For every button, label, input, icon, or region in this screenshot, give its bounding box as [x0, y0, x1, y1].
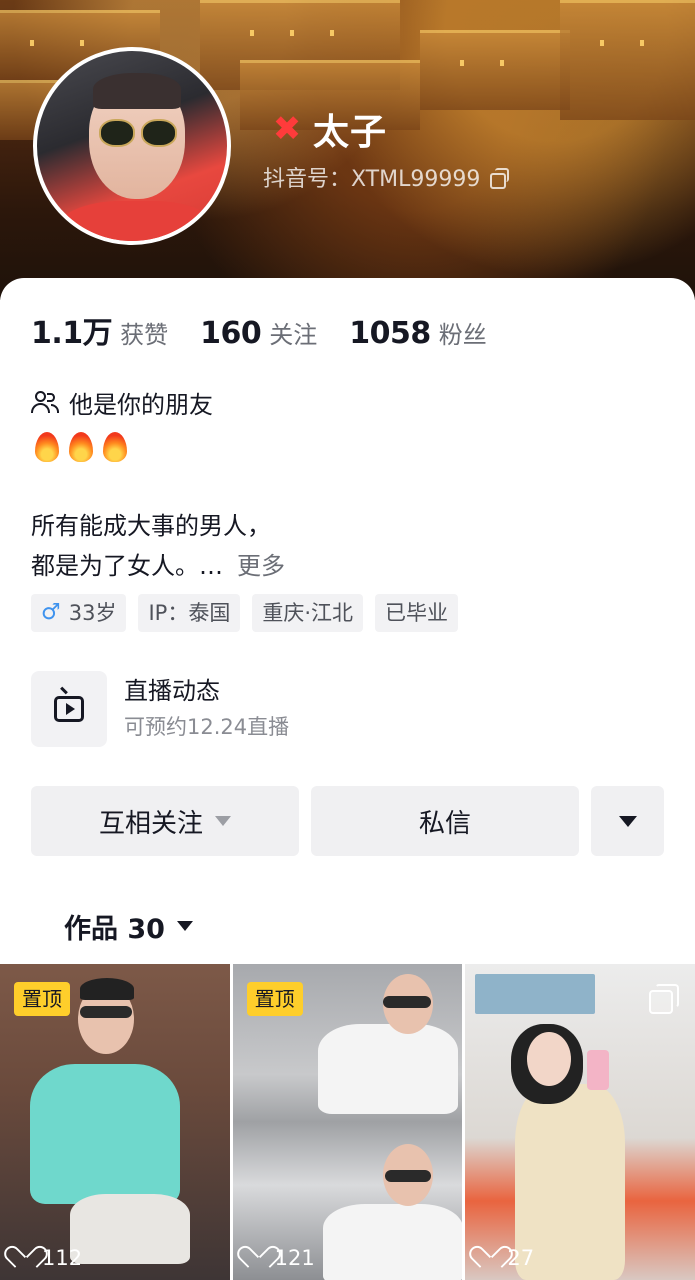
tab-works[interactable]: 作品 30 — [64, 906, 193, 946]
cover-building — [560, 0, 695, 120]
video-thumbnail[interactable]: 置顶 112 — [0, 964, 230, 1280]
cover-light — [290, 30, 294, 36]
chevron-down-icon — [215, 816, 231, 826]
stat-following[interactable]: 160 关注 — [200, 315, 317, 351]
profile-tags: ♂ 33岁 IP：泰国 重庆·江北 已毕业 — [31, 594, 459, 632]
message-button[interactable]: 私信 — [311, 786, 579, 856]
mutual-follow-button[interactable]: 互相关注 — [31, 786, 299, 856]
profile-name: 太子 — [313, 112, 388, 153]
more-options-button[interactable] — [591, 786, 664, 856]
message-label: 私信 — [418, 808, 471, 839]
person-figure — [70, 1194, 190, 1264]
stat-label: 关注 — [269, 321, 318, 349]
fire-emoji-row — [31, 430, 131, 470]
cover-light — [500, 60, 504, 66]
like-count: 112 — [12, 1246, 82, 1270]
avatar-hair — [93, 73, 181, 109]
bio-more-link[interactable]: 更多 — [237, 552, 285, 580]
profile-name-row: ✖ 太子 — [265, 107, 387, 153]
multi-image-icon — [649, 984, 680, 1014]
follow-label: 互相关注 — [98, 808, 203, 839]
avatar-shirt — [57, 201, 217, 241]
bio-line: 所有能成大事的男人， — [31, 512, 271, 540]
cover-light — [640, 40, 644, 46]
heart-icon — [477, 1247, 501, 1269]
douyin-id-row[interactable]: 抖音号：XTML99999 — [263, 163, 510, 192]
bio: 所有能成大事的男人， 都是为了女人。… 更多 — [31, 506, 651, 586]
male-icon: ♂ — [41, 600, 61, 625]
action-buttons: 互相关注 私信 — [31, 786, 664, 856]
douyin-id: 抖音号：XTML99999 — [263, 167, 481, 192]
person-figure — [30, 1064, 180, 1204]
like-count: 121 — [245, 1246, 315, 1270]
person-figure — [317, 1024, 458, 1114]
sunglasses — [382, 996, 431, 1008]
works-tab-label: 作品 30 — [64, 913, 165, 945]
cover-light — [460, 60, 464, 66]
fire-icon — [99, 430, 131, 464]
avatar-glasses — [99, 119, 135, 147]
cover-building — [420, 30, 570, 110]
avatar-glasses — [141, 119, 177, 147]
person-figure — [322, 1204, 463, 1280]
like-count: 27 — [477, 1246, 534, 1270]
avatar[interactable] — [33, 47, 231, 245]
stat-label: 粉丝 — [438, 321, 487, 349]
person-hair — [80, 978, 134, 1000]
pinned-badge: 置顶 — [14, 982, 70, 1016]
phone — [587, 1050, 610, 1090]
bio-line: 都是为了女人。… — [31, 552, 223, 580]
stat-label: 获赞 — [120, 321, 169, 349]
wall-painting — [475, 974, 596, 1014]
live-title: 直播动态 — [124, 677, 220, 705]
tag-gender-age: ♂ 33岁 — [31, 594, 127, 632]
live-icon-box — [31, 671, 107, 747]
cover-light — [600, 40, 604, 46]
heart-icon — [12, 1247, 36, 1269]
tag-ip: IP：泰国 — [138, 594, 241, 632]
live-updates-entry[interactable]: 直播动态 可预约12.24直播 — [31, 670, 661, 748]
video-thumbnail[interactable]: 27 — [465, 964, 695, 1280]
tag-location: 重庆·江北 — [252, 594, 364, 632]
live-subtitle: 可预约12.24直播 — [124, 715, 290, 739]
stat-followers[interactable]: 1058 粉丝 — [349, 315, 487, 351]
video-grid: 置顶 112 置顶 121 27 — [0, 964, 695, 1280]
stat-number: 160 — [200, 316, 262, 351]
heart-icon — [245, 1247, 269, 1269]
caret-down-icon — [176, 921, 193, 931]
tag-school: 已毕业 — [375, 594, 459, 632]
stats-row: 1.1万 获赞 160 关注 1058 粉丝 — [31, 308, 519, 352]
friend-text: 他是你的朋友 — [69, 390, 213, 419]
stat-number: 1.1万 — [31, 316, 113, 351]
cover-light — [250, 30, 254, 36]
fire-icon — [65, 430, 97, 464]
tv-icon — [54, 696, 84, 722]
stat-number: 1058 — [349, 316, 431, 351]
sunglasses — [80, 1006, 132, 1018]
people-icon — [31, 390, 59, 414]
stat-likes[interactable]: 1.1万 获赞 — [31, 308, 168, 352]
angry-symbol-icon: ✖ — [272, 109, 302, 149]
pinned-badge: 置顶 — [246, 982, 303, 1016]
fire-icon — [31, 430, 63, 464]
sunglasses — [384, 1170, 431, 1182]
like-number: 112 — [42, 1246, 83, 1270]
cover-light — [330, 30, 334, 36]
tag-age: 33岁 — [68, 601, 117, 625]
like-number: 121 — [274, 1246, 315, 1270]
cover-light — [80, 40, 84, 46]
caret-down-icon — [618, 815, 637, 827]
video-thumbnail[interactable]: 置顶 121 — [232, 964, 463, 1280]
friend-status: 他是你的朋友 — [31, 386, 213, 419]
profile-panel: 1.1万 获赞 160 关注 1058 粉丝 他是你的朋友 所有能成大事的男人，… — [0, 278, 695, 1280]
cover-light — [30, 40, 34, 46]
copy-icon[interactable] — [490, 168, 510, 189]
